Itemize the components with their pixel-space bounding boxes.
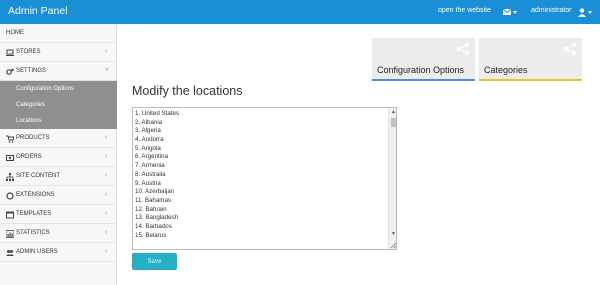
sidebar-item-label: PRODUCTS	[16, 135, 50, 141]
money-icon	[6, 155, 14, 161]
location-line: 5. Angola	[135, 144, 161, 152]
sidebar-item-label: ADMIN USERS	[16, 249, 58, 255]
scrollbar-thumb[interactable]	[391, 118, 396, 127]
sidebar-item-label: STORES	[16, 49, 41, 55]
sidebar-subitem-categories[interactable]: Categories	[0, 97, 117, 113]
location-line: 4. Andorra	[135, 136, 164, 144]
circle-icon	[6, 192, 14, 200]
sidebar-item-admin-users[interactable]: ADMIN USERS ‹	[0, 243, 117, 262]
sidebar-item-orders[interactable]: ORDERS ‹	[0, 148, 117, 167]
tile-accent-bar	[479, 79, 582, 81]
sidebar-item-label: HOME	[6, 30, 24, 36]
chevron-left-icon: ‹	[105, 248, 108, 255]
location-line: 10. Azerbaijan	[135, 188, 175, 196]
location-line: 11. Bahamas	[135, 196, 172, 204]
tile-label: Configuration Options	[377, 65, 465, 75]
envelope-icon	[502, 8, 517, 15]
share-icon	[457, 43, 469, 55]
sidebar-subitem-label: Categories	[16, 102, 46, 108]
chevron-left-icon: ‹	[105, 172, 108, 179]
sidebar-item-label: ORDERS	[16, 154, 42, 160]
chevron-left-icon: ‹	[105, 229, 108, 236]
scroll-up-arrow-icon[interactable]: ▲	[389, 108, 396, 117]
sidebar-subitem-locations[interactable]: Locations	[0, 113, 117, 129]
sidebar-item-extensions[interactable]: EXTENSIONS ‹	[0, 186, 117, 205]
location-line: 14. Barbados	[135, 222, 172, 230]
tile-categories[interactable]: Categories	[479, 38, 582, 81]
chevron-left-icon: ‹	[105, 153, 108, 160]
location-line: 3. Algeria	[135, 127, 161, 135]
location-line: 6. Argentina	[135, 153, 169, 161]
sidebar-item-products[interactable]: PRODUCTS ‹	[0, 129, 117, 148]
sidebar-item-settings[interactable]: SETTINGS ˅	[0, 62, 117, 81]
sidebar-subitem-label: Configuration Options	[16, 86, 75, 92]
sidebar-item-label: SETTINGS	[16, 68, 47, 74]
open-website-link[interactable]: open the website	[438, 7, 491, 14]
tile-configuration-options[interactable]: Configuration Options	[372, 38, 475, 81]
sidebar-item-stores[interactable]: STORES ‹	[0, 43, 117, 62]
location-line: 12. Bahrain	[135, 205, 167, 213]
sidebar-subitem-label: Locations	[16, 118, 42, 124]
location-line: 9. Austria	[135, 179, 161, 187]
vertical-scrollbar[interactable]: ▲ ▼	[388, 108, 396, 249]
chevron-left-icon: ‹	[105, 210, 108, 217]
user-icon	[578, 8, 592, 17]
page-title: Modify the locations	[132, 84, 243, 98]
sidebar-subitem-configuration-options[interactable]: Configuration Options	[0, 81, 117, 97]
sidebar-item-label: TEMPLATES	[16, 211, 52, 217]
sidebar-item-label: STATISTICS	[16, 230, 50, 236]
chevron-left-icon: ‹	[105, 191, 108, 198]
chevron-left-icon: ‹	[105, 134, 108, 141]
sitemap-icon	[6, 173, 14, 181]
tile-accent-bar	[372, 79, 475, 81]
sidebar-item-home[interactable]: HOME	[0, 24, 117, 43]
save-button[interactable]: Save	[132, 253, 177, 270]
users-icon	[6, 250, 14, 256]
sidebar-item-label: EXTENSIONS	[16, 192, 55, 198]
app-title[interactable]: Admin Panel	[8, 5, 68, 17]
resize-grip-icon[interactable]	[388, 240, 397, 249]
top-navbar: Admin Panel open the website administrat…	[0, 0, 600, 24]
location-line: 13. Bangladesh	[135, 214, 179, 222]
user-dropdown[interactable]	[577, 6, 593, 18]
tile-label: Categories	[484, 65, 528, 75]
sidebar-item-site-content[interactable]: SITE CONTENT ‹	[0, 167, 117, 186]
chevron-down-icon: ˅	[105, 67, 110, 74]
location-line: 2. Albania	[135, 118, 163, 126]
window-icon	[6, 211, 14, 219]
location-line: 7. Armenia	[135, 162, 165, 170]
messages-dropdown[interactable]	[502, 6, 518, 18]
scroll-down-arrow-icon[interactable]: ▼	[389, 230, 396, 239]
sidebar-item-templates[interactable]: TEMPLATES ‹	[0, 205, 117, 224]
locations-textarea[interactable]: 1. United States 2. Albania 3. Algeria 4…	[132, 107, 397, 250]
location-line: 1. United States	[135, 110, 180, 117]
location-line: 15. Belarus	[135, 231, 167, 239]
location-line: 8. Australia	[135, 170, 166, 178]
user-menu-label[interactable]: administrator	[531, 7, 571, 14]
chevron-left-icon: ‹	[105, 48, 108, 55]
sidebar-item-statistics[interactable]: STATISTICS ‹	[0, 224, 117, 243]
cogs-icon	[6, 68, 14, 75]
cart-icon	[6, 135, 14, 143]
sidebar-item-label: SITE CONTENT	[16, 173, 61, 179]
laptop-icon	[6, 49, 14, 56]
share-icon	[564, 43, 576, 55]
locations-list: 1. United States 2. Albania 3. Algeria 4…	[135, 110, 387, 240]
chart-icon	[6, 230, 14, 238]
sidebar: HOME STORES ‹ SETTINGS ˅ Configuration O…	[0, 24, 117, 285]
